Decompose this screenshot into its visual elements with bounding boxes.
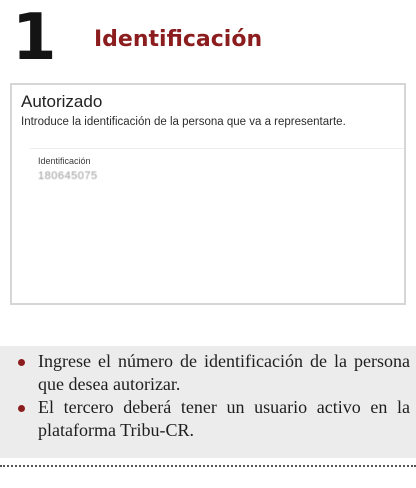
tips-list: Ingrese el número de identificación de l… — [18, 346, 410, 442]
bullet-icon — [18, 359, 25, 366]
tip-text: El tercero deberá tener un usuario activ… — [38, 397, 410, 440]
identification-field-label: Identificación — [38, 156, 91, 166]
tip-item: Ingrese el número de identificación de l… — [18, 350, 410, 396]
panel-instructions: Introduce la identificación de la person… — [21, 116, 346, 128]
identification-field[interactable]: Identificación 180645075 — [30, 148, 404, 185]
identification-field-value[interactable]: 180645075 — [38, 169, 98, 183]
authorized-panel-screenshot: Autorizado Introduce la identificación d… — [10, 83, 406, 305]
bullet-icon — [18, 405, 25, 412]
dotted-divider — [0, 465, 416, 467]
panel-title: Autorizado — [21, 92, 103, 111]
tip-item: El tercero deberá tener un usuario activ… — [18, 396, 410, 442]
step-header: 1 Identificación — [0, 0, 416, 70]
step-title: Identificación — [94, 27, 263, 52]
step-number: 1 — [12, 1, 57, 75]
tip-text: Ingrese el número de identificación de l… — [38, 351, 410, 394]
